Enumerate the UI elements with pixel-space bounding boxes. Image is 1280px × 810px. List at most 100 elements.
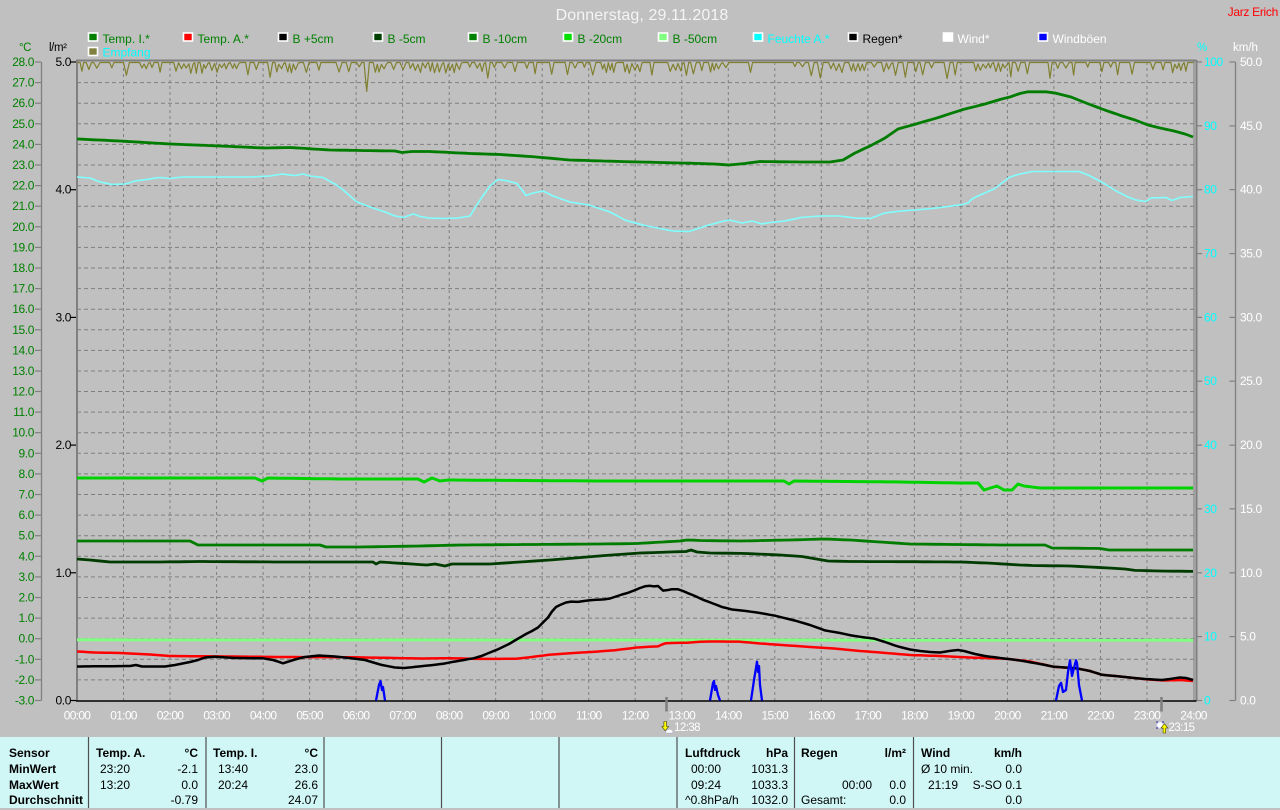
svg-text:0.0: 0.0 xyxy=(1240,694,1256,708)
svg-text:Temp. I.: Temp. I. xyxy=(213,746,257,760)
svg-text:23:15: 23:15 xyxy=(1169,722,1195,734)
svg-text:09:00: 09:00 xyxy=(482,709,510,723)
svg-text:40.0: 40.0 xyxy=(1240,183,1262,197)
svg-text:13:40: 13:40 xyxy=(218,762,248,776)
svg-text:20: 20 xyxy=(1204,566,1217,580)
svg-text:Windböen: Windböen xyxy=(1053,32,1107,46)
svg-text:25.0: 25.0 xyxy=(12,117,34,131)
svg-text:11:00: 11:00 xyxy=(576,709,603,723)
svg-text:15.0: 15.0 xyxy=(1240,502,1262,516)
svg-text:5.0: 5.0 xyxy=(56,55,72,69)
svg-text:23:20: 23:20 xyxy=(100,762,130,776)
svg-text:5.0: 5.0 xyxy=(19,529,35,543)
svg-text:°C: °C xyxy=(305,746,319,760)
svg-text:Temp. I.*: Temp. I.* xyxy=(103,32,151,46)
svg-text:50.0: 50.0 xyxy=(1240,55,1262,69)
svg-text:7.0: 7.0 xyxy=(19,488,35,502)
svg-text:B -20cm: B -20cm xyxy=(578,32,623,46)
svg-text:16:00: 16:00 xyxy=(808,709,836,723)
svg-text:3.0: 3.0 xyxy=(56,310,72,324)
svg-text:4.0: 4.0 xyxy=(19,549,35,563)
svg-text:08:00: 08:00 xyxy=(436,709,464,723)
svg-text:40: 40 xyxy=(1204,438,1217,452)
svg-text:Wind: Wind xyxy=(921,746,950,760)
svg-text:27.0: 27.0 xyxy=(12,76,34,90)
svg-text:Feuchte A.*: Feuchte A.* xyxy=(768,32,830,46)
svg-text:B -10cm: B -10cm xyxy=(483,32,528,46)
svg-text:Sensor: Sensor xyxy=(9,746,50,760)
svg-text:80: 80 xyxy=(1204,183,1217,197)
svg-text:17.0: 17.0 xyxy=(12,282,34,296)
svg-text:Temp. A.*: Temp. A.* xyxy=(198,32,250,46)
svg-text:70: 70 xyxy=(1204,247,1217,261)
svg-text:5.0: 5.0 xyxy=(1240,630,1256,644)
svg-text:S-SO 0.1: S-SO 0.1 xyxy=(973,778,1023,792)
svg-text:21.0: 21.0 xyxy=(12,199,34,213)
svg-text:60: 60 xyxy=(1204,310,1217,324)
svg-text:1.0: 1.0 xyxy=(56,566,72,580)
svg-text:1032.0: 1032.0 xyxy=(751,793,788,807)
svg-text:01:00: 01:00 xyxy=(110,709,138,723)
svg-text:23:00: 23:00 xyxy=(1134,709,1162,723)
svg-text:8.0: 8.0 xyxy=(19,467,35,481)
svg-text:20:24: 20:24 xyxy=(218,778,248,792)
svg-text:0.0: 0.0 xyxy=(19,632,35,646)
svg-text:13.0: 13.0 xyxy=(12,364,34,378)
svg-text:0.0: 0.0 xyxy=(56,694,72,708)
svg-text:°C: °C xyxy=(19,42,31,54)
svg-text:hPa: hPa xyxy=(766,746,788,760)
svg-text:0.0: 0.0 xyxy=(181,778,198,792)
svg-text:13:20: 13:20 xyxy=(100,778,130,792)
svg-text:09:24: 09:24 xyxy=(691,778,721,792)
svg-text:18:00: 18:00 xyxy=(901,709,929,723)
svg-text:Regen*: Regen* xyxy=(863,32,903,46)
svg-text:B +5cm: B +5cm xyxy=(293,32,334,46)
svg-text:4.0: 4.0 xyxy=(56,183,72,197)
svg-text:03:00: 03:00 xyxy=(203,709,231,723)
svg-text:10.0: 10.0 xyxy=(12,426,34,440)
svg-text:MaxWert: MaxWert xyxy=(9,778,59,792)
svg-text:0.0: 0.0 xyxy=(889,778,906,792)
svg-text:21:19: 21:19 xyxy=(928,778,958,792)
svg-text:04:00: 04:00 xyxy=(250,709,278,723)
svg-text:10: 10 xyxy=(1204,630,1217,644)
svg-text:22.0: 22.0 xyxy=(12,179,34,193)
svg-text:28.0: 28.0 xyxy=(12,55,34,69)
svg-text:14:00: 14:00 xyxy=(715,709,743,723)
svg-text:1033.3: 1033.3 xyxy=(751,778,788,792)
svg-text:50: 50 xyxy=(1204,374,1217,388)
svg-text:0: 0 xyxy=(1204,694,1211,708)
svg-text:Jarz Erich: Jarz Erich xyxy=(1228,5,1278,19)
svg-text:26.0: 26.0 xyxy=(12,96,34,110)
svg-text:23.0: 23.0 xyxy=(12,158,34,172)
svg-text:15.0: 15.0 xyxy=(12,323,34,337)
svg-text:15:00: 15:00 xyxy=(762,709,790,723)
svg-text:21:00: 21:00 xyxy=(1041,709,1069,723)
svg-text:12:00: 12:00 xyxy=(622,709,650,723)
svg-text:0.0: 0.0 xyxy=(1005,793,1022,807)
svg-text:10.0: 10.0 xyxy=(1240,566,1262,580)
svg-text:16.0: 16.0 xyxy=(12,302,34,316)
svg-text:22:00: 22:00 xyxy=(1087,709,1115,723)
svg-text:0.0: 0.0 xyxy=(889,793,906,807)
svg-text:-0.79: -0.79 xyxy=(171,793,199,807)
svg-text:km/h: km/h xyxy=(1233,42,1258,54)
svg-text:MinWert: MinWert xyxy=(9,762,56,776)
svg-text:45.0: 45.0 xyxy=(1240,119,1262,133)
svg-text:^0.8hPa/h: ^0.8hPa/h xyxy=(685,793,739,807)
svg-text:02:00: 02:00 xyxy=(157,709,185,723)
svg-text:-1.0: -1.0 xyxy=(15,652,35,666)
svg-text:Durchschnitt: Durchschnitt xyxy=(9,793,83,807)
svg-text:l/m²: l/m² xyxy=(885,746,906,760)
svg-text:1031.3: 1031.3 xyxy=(751,762,788,776)
svg-text:24:00: 24:00 xyxy=(1180,709,1208,723)
svg-text:20:00: 20:00 xyxy=(994,709,1022,723)
svg-text:100: 100 xyxy=(1204,55,1224,69)
svg-text:-3.0: -3.0 xyxy=(15,694,35,708)
svg-text:30: 30 xyxy=(1204,502,1217,516)
svg-text:2.0: 2.0 xyxy=(56,438,72,452)
svg-text:°C: °C xyxy=(185,746,199,760)
svg-text:17:00: 17:00 xyxy=(855,709,883,723)
svg-text:Luftdruck: Luftdruck xyxy=(685,746,741,760)
svg-text:30.0: 30.0 xyxy=(1240,310,1262,324)
